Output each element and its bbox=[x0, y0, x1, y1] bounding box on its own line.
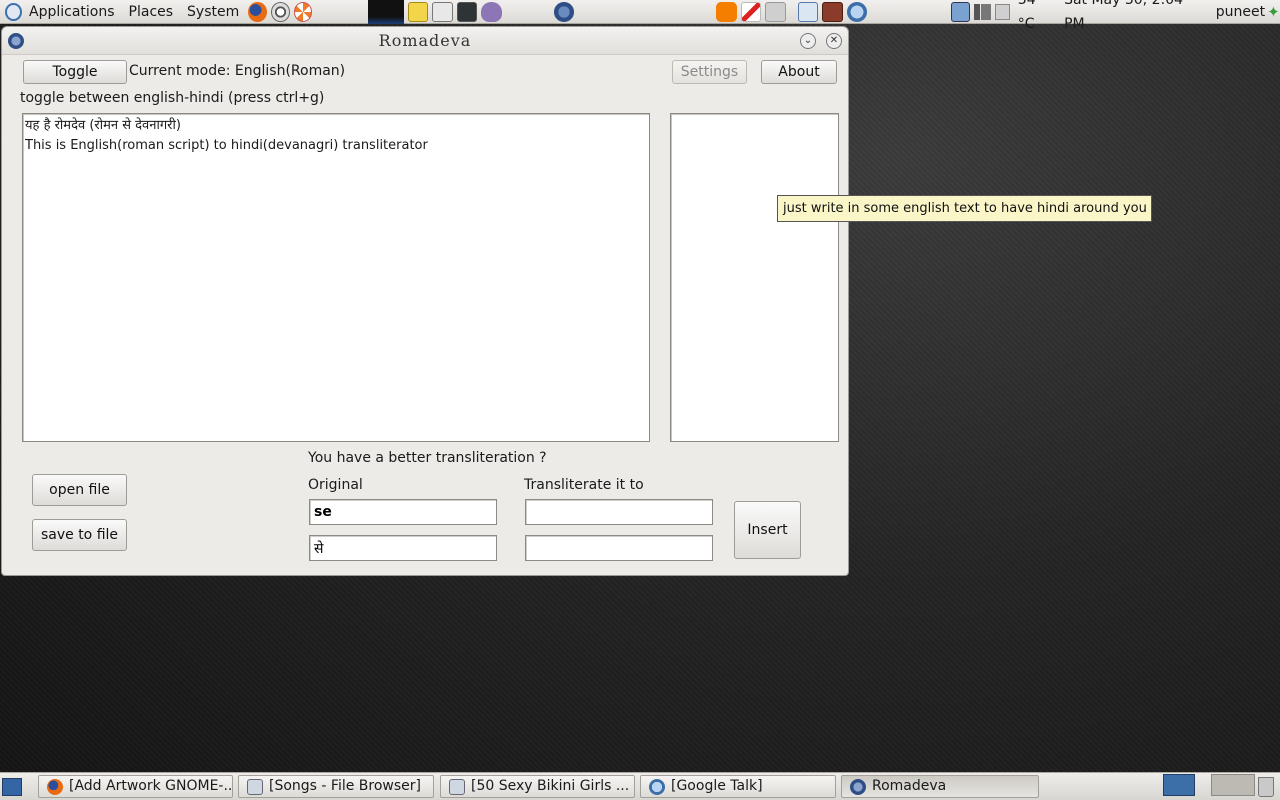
window-title: Romadeva bbox=[378, 31, 472, 50]
battery-icon[interactable] bbox=[994, 3, 1010, 20]
workspace-2[interactable] bbox=[1211, 774, 1255, 796]
romadeva-window: Romadeva ⌄ ✕ Toggle Current mode: Englis… bbox=[1, 26, 849, 576]
system-menu[interactable]: System bbox=[180, 0, 246, 24]
transliterate-to-label: Transliterate it to bbox=[524, 477, 644, 493]
open-file-button[interactable]: open file bbox=[32, 474, 127, 506]
task-romadeva[interactable]: Romadeva bbox=[841, 775, 1039, 798]
current-mode-label: Current mode: English(Roman) bbox=[129, 63, 346, 79]
user-running-icon: ✦ bbox=[1267, 2, 1280, 21]
places-menu[interactable]: Places bbox=[122, 0, 181, 24]
better-transliteration-prompt: You have a better transliteration ? bbox=[308, 450, 547, 466]
top-panel: Applications Places System 34 °C Sat May… bbox=[0, 0, 1280, 32]
blank-launcher-icon[interactable] bbox=[765, 1, 786, 22]
suggestions-list[interactable] bbox=[670, 113, 839, 442]
gnome-foot-icon[interactable] bbox=[5, 2, 22, 21]
compass-icon[interactable] bbox=[270, 1, 290, 22]
task-label: [Google Talk] bbox=[671, 778, 763, 794]
task-google-talk[interactable]: [Google Talk] bbox=[640, 775, 836, 798]
editor-line-english: This is English(roman script) to hindi(d… bbox=[25, 138, 428, 153]
pidgin-icon[interactable] bbox=[481, 1, 502, 22]
close-icon[interactable]: ✕ bbox=[826, 33, 842, 49]
temperature-readout: 34 °C bbox=[1017, 0, 1036, 32]
minimize-chevron-icon[interactable]: ⌄ bbox=[800, 33, 816, 49]
network-icon[interactable] bbox=[951, 1, 971, 22]
transliterate-input-2[interactable] bbox=[525, 535, 713, 561]
trash-icon[interactable] bbox=[1258, 777, 1274, 797]
insert-button[interactable]: Insert bbox=[734, 501, 801, 559]
chat-icon[interactable] bbox=[846, 1, 868, 22]
editor-line-hindi: यह है रोमदेव (रोमन से देवनागरी) bbox=[25, 118, 181, 133]
applications-menu[interactable]: Applications bbox=[22, 0, 122, 24]
notes-icon[interactable] bbox=[407, 1, 429, 22]
romadeva-launcher-icon[interactable] bbox=[553, 1, 575, 22]
clock[interactable]: Sat May 30, 2:04 PM bbox=[1060, 0, 1204, 36]
task-label: [Songs - File Browser] bbox=[269, 778, 421, 794]
terminal-dark-icon[interactable] bbox=[368, 0, 404, 24]
firefox-icon[interactable] bbox=[248, 1, 267, 22]
task-label: [50 Sexy Bikini Girls ... bbox=[471, 778, 630, 794]
terminal-icon[interactable] bbox=[456, 1, 478, 22]
hint-label: toggle between english-hindi (press ctrl… bbox=[20, 90, 325, 106]
photo-icon[interactable] bbox=[822, 1, 843, 22]
about-button[interactable]: About bbox=[761, 60, 837, 84]
show-desktop-icon[interactable] bbox=[2, 778, 22, 796]
task-label: [Add Artwork GNOME-... bbox=[69, 778, 233, 794]
toggle-button[interactable]: Toggle bbox=[23, 60, 127, 84]
documents-icon[interactable] bbox=[797, 1, 819, 22]
task-file-browser[interactable]: [Songs - File Browser] bbox=[238, 775, 434, 798]
task-add-artwork[interactable]: [Add Artwork GNOME-... bbox=[38, 775, 233, 798]
settings-button[interactable]: Settings bbox=[672, 60, 747, 84]
blogger-icon[interactable] bbox=[716, 1, 737, 22]
firefox-icon bbox=[47, 779, 63, 795]
document-viewer-icon bbox=[449, 779, 465, 795]
help-lifebuoy-icon[interactable] bbox=[293, 1, 313, 22]
user-switcher[interactable]: puneet bbox=[1204, 0, 1267, 24]
original-label: Original bbox=[308, 477, 363, 493]
transliteration-editor[interactable]: यह है रोमदेव (रोमन से देवनागरी) This is … bbox=[22, 113, 650, 442]
romadeva-icon bbox=[850, 779, 866, 795]
tooltip: just write in some english text to have … bbox=[777, 195, 1152, 222]
volume-icon[interactable] bbox=[974, 3, 991, 20]
task-label: Romadeva bbox=[872, 778, 947, 794]
save-to-file-button[interactable]: save to file bbox=[32, 519, 127, 551]
gmail-icon[interactable] bbox=[740, 1, 762, 22]
workspace-1[interactable] bbox=[1163, 774, 1195, 796]
window-titlebar[interactable]: Romadeva ⌄ ✕ bbox=[2, 27, 848, 55]
task-bikini-girls[interactable]: [50 Sexy Bikini Girls ... bbox=[440, 775, 635, 798]
editor-icon[interactable] bbox=[432, 1, 453, 22]
bottom-panel: [Add Artwork GNOME-... [Songs - File Bro… bbox=[0, 772, 1280, 800]
file-browser-icon bbox=[247, 779, 263, 795]
original-input[interactable] bbox=[309, 499, 497, 525]
transliterate-input-1[interactable] bbox=[525, 499, 713, 525]
original-hindi-input[interactable] bbox=[309, 535, 497, 561]
chat-icon bbox=[649, 779, 665, 795]
